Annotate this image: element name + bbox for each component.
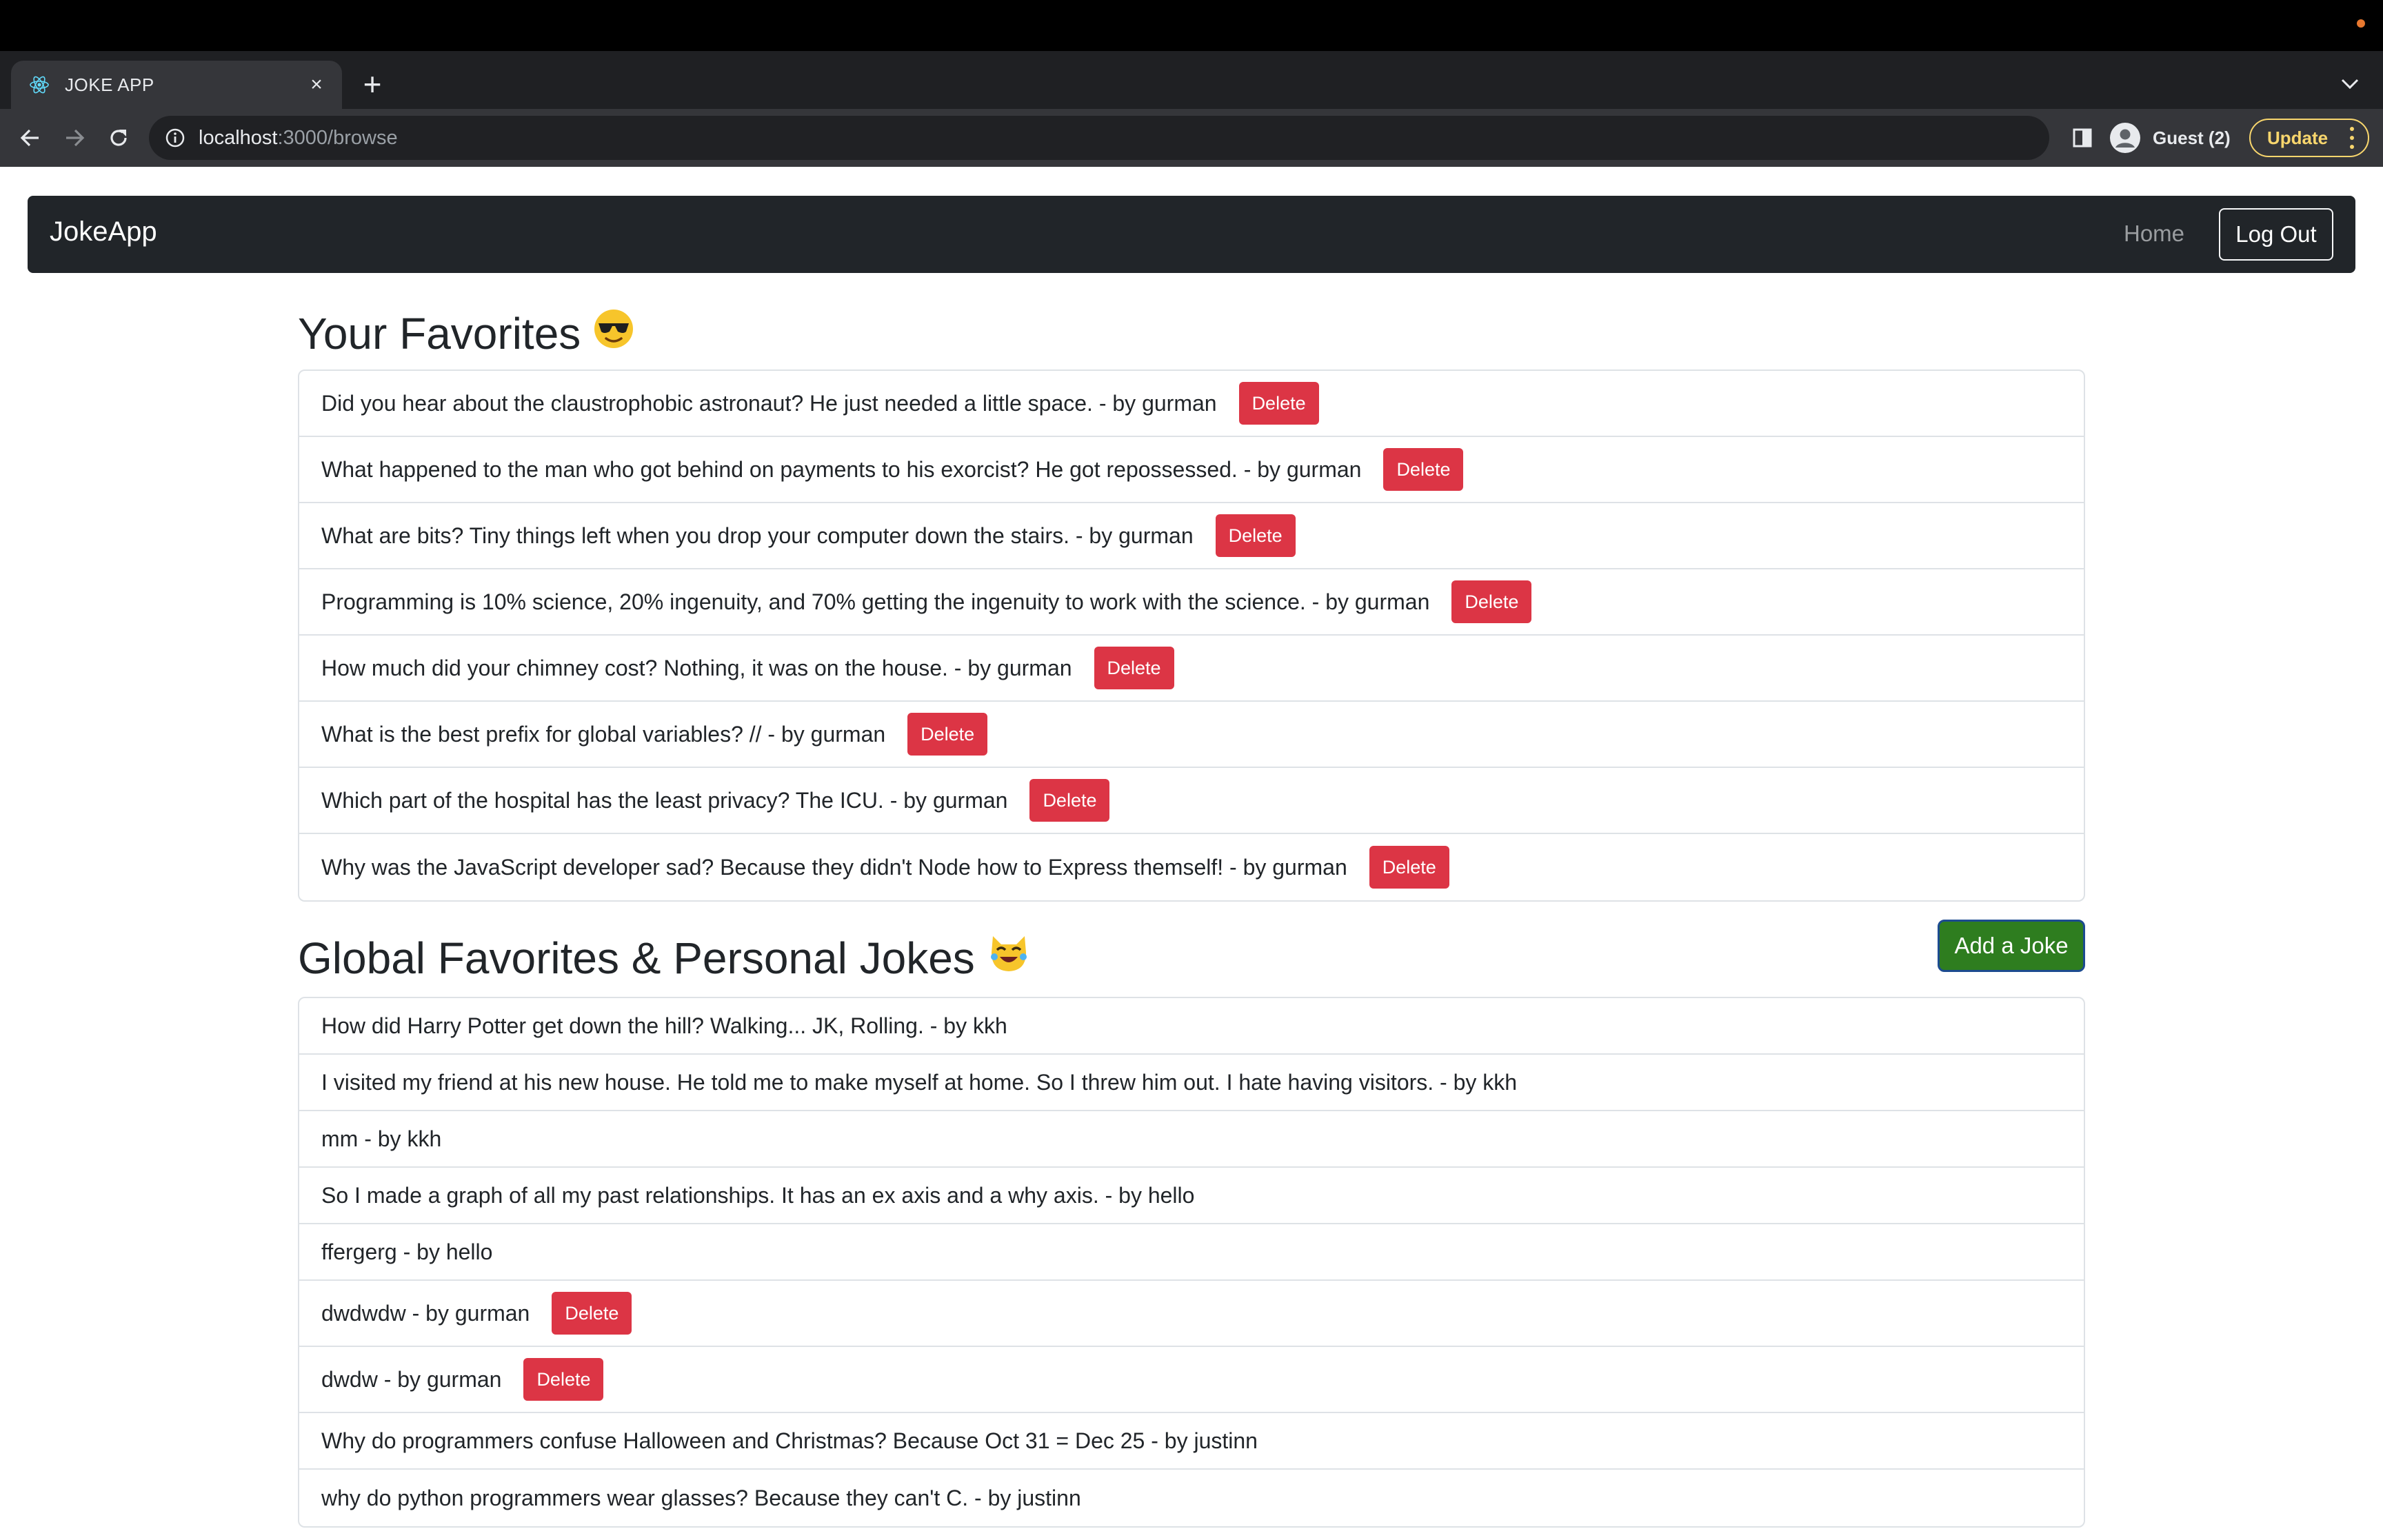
list-item: Why was the JavaScript developer sad? Be… (299, 834, 2084, 900)
nav-home-link[interactable]: Home (2124, 221, 2184, 247)
joke-text: I visited my friend at his new house. He… (321, 1069, 1518, 1095)
list-item: why do python programmers wear glasses? … (299, 1470, 2084, 1526)
browser-tab-strip: JOKE APP × + (0, 51, 2383, 109)
list-item: dwdwdw - by gurman Delete (299, 1281, 2084, 1347)
joke-text: How much did your chimney cost? Nothing,… (321, 655, 1072, 680)
global-list: How did Harry Potter get down the hill? … (298, 997, 2085, 1528)
side-panel-icon[interactable] (2067, 123, 2098, 153)
list-item: ffergerg - by hello (299, 1224, 2084, 1281)
delete-button[interactable]: Delete (1029, 779, 1110, 822)
list-item: How much did your chimney cost? Nothing,… (299, 636, 2084, 702)
joke-text: Did you hear about the claustrophobic as… (321, 390, 1217, 416)
list-item: mm - by kkh (299, 1111, 2084, 1168)
joke-text: dwdwdw - by gurman (321, 1300, 530, 1326)
navbar-brand[interactable]: JokeApp (50, 216, 157, 247)
guest-avatar-icon (2110, 123, 2140, 153)
delete-button[interactable]: Delete (1451, 580, 1532, 623)
address-bar[interactable]: localhost:3000/browse (149, 116, 2049, 160)
add-joke-button[interactable]: Add a Joke (1938, 920, 2085, 972)
tab-close-icon[interactable]: × (303, 72, 330, 98)
list-item: Did you hear about the claustrophobic as… (299, 371, 2084, 437)
site-info-icon[interactable] (164, 127, 186, 149)
joke-text: mm - by kkh (321, 1126, 442, 1151)
global-title: Global Favorites & Personal Jokes (298, 929, 2085, 987)
recording-indicator-icon (2357, 19, 2365, 28)
list-item: Which part of the hospital has the least… (299, 768, 2084, 834)
list-item: So I made a graph of all my past relatio… (299, 1168, 2084, 1224)
browser-tab-active[interactable]: JOKE APP × (11, 61, 342, 109)
delete-button[interactable]: Delete (1369, 846, 1449, 889)
profile-label: Guest (2) (2153, 127, 2231, 148)
delete-button[interactable]: Delete (1238, 382, 1319, 425)
profile-button[interactable]: Guest (2) (2107, 117, 2234, 159)
list-item: Programming is 10% science, 20% ingenuit… (299, 569, 2084, 636)
delete-button[interactable]: Delete (1215, 514, 1296, 557)
list-item: What happened to the man who got behind … (299, 437, 2084, 503)
forward-arrow-icon[interactable] (58, 121, 91, 154)
url-text: localhost:3000/browse (199, 126, 398, 149)
joke-text: What are bits? Tiny things left when you… (321, 523, 1194, 548)
joke-text: Programming is 10% science, 20% ingenuit… (321, 589, 1430, 614)
joke-text: What is the best prefix for global varia… (321, 721, 886, 747)
reload-icon[interactable] (102, 121, 135, 154)
list-item: dwdw - by gurman Delete (299, 1347, 2084, 1413)
update-button[interactable]: Update (2249, 119, 2369, 157)
delete-button[interactable]: Delete (1094, 647, 1174, 689)
chevron-down-icon[interactable] (2336, 70, 2364, 98)
back-arrow-icon[interactable] (14, 121, 47, 154)
react-favicon-icon (28, 73, 51, 97)
joke-text: So I made a graph of all my past relatio… (321, 1182, 1195, 1208)
list-item: What are bits? Tiny things left when you… (299, 503, 2084, 569)
delete-button[interactable]: Delete (907, 713, 988, 756)
kebab-menu-icon (2349, 127, 2355, 149)
list-item: Why do programmers confuse Halloween and… (299, 1413, 2084, 1470)
logout-button[interactable]: Log Out (2219, 208, 2333, 261)
joke-text: Which part of the hospital has the least… (321, 787, 1008, 813)
favorites-title: Your Favorites (298, 305, 2085, 363)
update-label: Update (2267, 127, 2329, 148)
list-item: I visited my friend at his new house. He… (299, 1055, 2084, 1111)
sunglasses-emoji-icon (593, 308, 634, 360)
browser-toolbar: localhost:3000/browse Guest (2) Update (0, 109, 2383, 167)
os-menu-bar (0, 0, 2383, 51)
global-title-text: Global Favorites & Personal Jokes (298, 933, 975, 983)
page-content: JokeApp Home Log Out Your Favorites Did … (0, 167, 2383, 1540)
joke-text: why do python programmers wear glasses? … (321, 1485, 1081, 1510)
joke-text: Why was the JavaScript developer sad? Be… (321, 854, 1347, 880)
list-item: How did Harry Potter get down the hill? … (299, 998, 2084, 1055)
delete-button[interactable]: Delete (1383, 448, 1464, 491)
favorites-list: Did you hear about the claustrophobic as… (298, 369, 2085, 902)
favorites-section: Your Favorites Did you hear about the cl… (298, 305, 2085, 902)
joke-text: ffergerg - by hello (321, 1239, 493, 1264)
favorites-title-text: Your Favorites (298, 309, 581, 358)
joke-text: Why do programmers confuse Halloween and… (321, 1428, 1258, 1453)
joke-text: How did Harry Potter get down the hill? … (321, 1013, 1007, 1038)
joke-text: dwdw - by gurman (321, 1366, 502, 1392)
laughing-cat-emoji-icon (987, 932, 1030, 985)
joke-text: What happened to the man who got behind … (321, 456, 1362, 482)
app-navbar: JokeApp Home Log Out (28, 196, 2355, 273)
new-tab-icon[interactable]: + (357, 66, 388, 102)
list-item: What is the best prefix for global varia… (299, 702, 2084, 768)
delete-button[interactable]: Delete (552, 1292, 632, 1335)
global-section: Global Favorites & Personal Jokes Add a … (298, 920, 2085, 1528)
tab-title: JOKE APP (65, 74, 154, 95)
delete-button[interactable]: Delete (523, 1358, 604, 1401)
